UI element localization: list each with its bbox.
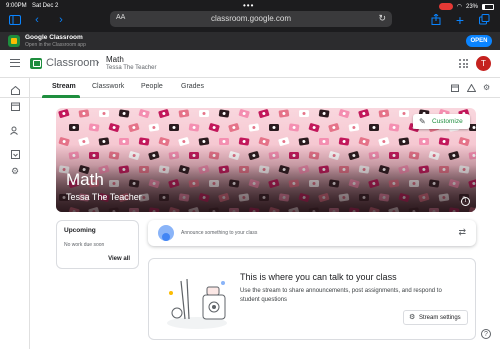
class-banner: Math Tessa The Teacher ✎ Customize i [56,108,476,212]
status-date: Sat Dec 2 [32,3,59,9]
calendar-nav-icon[interactable] [10,102,20,112]
view-all-link[interactable]: View all [108,256,130,262]
enrolled-people-icon[interactable] [10,126,20,136]
sidebar-toggle-icon[interactable] [8,12,22,27]
class-name: Math [106,55,124,64]
user-avatar [158,225,174,241]
banner-subtitle: Open in the Classroom app [25,42,86,48]
upcoming-empty-text: No work due soon [64,242,105,248]
tabs-overview-icon[interactable] [478,12,490,27]
settings-nav-icon[interactable]: ⚙ [10,166,20,176]
customize-label: Customize [432,118,463,125]
banner-app-name: Google Classroom [25,34,83,41]
tab-stream[interactable]: Stream [52,83,76,90]
wifi-icon: ◠ [456,4,462,10]
customize-button[interactable]: ✎ Customize [413,114,470,129]
info-icon[interactable]: i [461,197,470,206]
stream-intro-card: This is where you can talk to your class… [148,258,476,340]
class-tabs: Stream Classwork People Grades ⚙ [0,78,500,98]
stream-settings-label: Stream settings [419,315,461,321]
url-text[interactable]: classroom.google.com [110,14,392,23]
banner-class-title[interactable]: Math [66,170,104,190]
app-title[interactable]: Classroom [46,57,99,69]
pencil-icon: ✎ [419,117,426,126]
back-icon[interactable]: ‹ [32,12,42,27]
app-banner: Google Classroom Open in the Classroom a… [0,32,500,50]
drive-icon[interactable] [466,83,477,92]
tab-classwork[interactable]: Classwork [92,83,124,90]
stream-intro-heading: This is where you can talk to your class [240,272,397,282]
battery-percent: 23% [465,3,478,10]
settings-gear-icon[interactable]: ⚙ [483,84,491,92]
share-icon[interactable] [430,12,442,27]
main-menu-icon[interactable] [10,59,20,67]
tab-grades[interactable]: Grades [181,83,204,90]
chevron-right-icon: › [96,57,100,68]
side-rail: ⚙ [0,78,30,349]
gear-icon: ⚙ [409,314,416,321]
address-bar[interactable]: AA classroom.google.com ↻ [110,11,392,27]
upcoming-card: Upcoming No work due soon View all [56,220,139,269]
status-time: 9:00PM [6,3,27,9]
top-bar: Classroom › Math Tessa The Teacher T [0,50,500,78]
stream-intro-text: Use the stream to share announcements, p… [240,288,442,303]
class-teacher: Tessa The Teacher [106,65,157,71]
active-tab-indicator [42,95,80,98]
battery-icon [482,3,494,10]
google-apps-icon[interactable] [459,59,468,68]
upcoming-heading: Upcoming [64,227,96,234]
stream-illustration [167,278,227,329]
recording-icon [438,3,453,10]
forward-icon[interactable]: › [56,12,66,27]
archive-icon[interactable] [10,150,20,160]
stream-settings-button[interactable]: ⚙ Stream settings [403,310,468,325]
announce-box[interactable]: Announce something to your class ⇄ [148,220,476,246]
classroom-page: Classroom › Math Tessa The Teacher T Str… [0,50,500,349]
banner-teacher: Tessa The Teacher [66,192,142,202]
classroom-app-icon [8,35,20,47]
repost-icon[interactable]: ⇄ [458,227,466,238]
reload-icon[interactable]: ↻ [378,13,386,24]
tab-people[interactable]: People [141,83,163,90]
help-icon[interactable]: ? [481,329,491,339]
account-avatar[interactable]: T [476,56,491,71]
announce-placeholder[interactable]: Announce something to your class [181,230,257,236]
multitask-dots-icon[interactable]: ••• [243,1,254,10]
home-icon[interactable] [10,85,20,96]
classroom-logo[interactable] [30,58,42,69]
calendar-icon[interactable] [451,84,459,92]
new-tab-icon[interactable]: + [454,12,466,28]
open-app-button[interactable]: OPEN [466,35,492,47]
status-bar: 9:00PM Sat Dec 2 ••• ◠ 23% [0,1,500,11]
